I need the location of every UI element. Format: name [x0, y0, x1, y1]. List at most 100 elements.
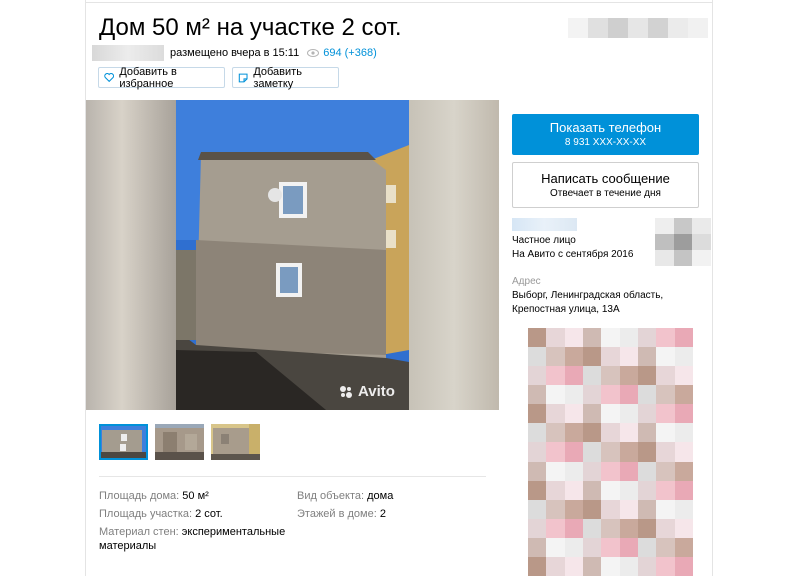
ad-pixel: [638, 385, 657, 405]
ad-pixel: [674, 556, 693, 576]
ad-pixel: [528, 442, 547, 462]
ad-pixel: [601, 499, 620, 519]
ad-pixel: [619, 385, 638, 405]
view-count: 694 (+368): [323, 47, 377, 59]
ad-pixel: [674, 404, 693, 424]
param-key: Материал стен:: [99, 526, 179, 538]
ad-pixel: [564, 442, 583, 462]
param-key: Вид объекта:: [297, 490, 365, 502]
ad-pixel: [674, 385, 693, 405]
ad-pixel: [638, 328, 657, 348]
ad-pixel: [601, 423, 620, 443]
ad-pixel: [656, 480, 675, 500]
ad-pixel: [656, 423, 675, 443]
ad-pixel: [528, 537, 547, 557]
seller-info: Частное лицо На Авито с сентября 2016: [512, 218, 633, 263]
param-plot-area: Площадь участка: 2 сот.: [99, 508, 223, 520]
ad-pixel: [619, 442, 638, 462]
ad-pixel: [601, 385, 620, 405]
ad-pixel: [619, 480, 638, 500]
ad-pixel: [656, 461, 675, 481]
ad-pixel: [619, 461, 638, 481]
ad-pixel: [656, 404, 675, 424]
section-divider: [99, 476, 486, 477]
ad-pixel: [564, 328, 583, 348]
top-border: [85, 2, 713, 3]
ad-pixel: [528, 347, 547, 367]
ad-pixel: [583, 461, 602, 481]
ad-pixel: [546, 404, 565, 424]
ad-pixel: [619, 366, 638, 386]
ad-pixel: [564, 461, 583, 481]
ad-pixel: [674, 499, 693, 519]
ad-pixel: [674, 518, 693, 538]
write-message-button[interactable]: Написать сообщение Отвечает в течение дн…: [512, 162, 699, 208]
ad-pixel: [638, 404, 657, 424]
ad-pixel: [638, 366, 657, 386]
add-note-button[interactable]: Добавить заметку: [232, 65, 339, 90]
ad-pixel: [674, 328, 693, 348]
ad-pixel: [601, 461, 620, 481]
price-blurred: [568, 18, 708, 38]
ad-pixel: [546, 385, 565, 405]
ad-pixel: [564, 385, 583, 405]
thumbnail-2[interactable]: [155, 424, 204, 460]
ad-pixel: [674, 480, 693, 500]
thumbnail-3[interactable]: [211, 424, 260, 460]
ad-pixel: [546, 328, 565, 348]
photo-gallery[interactable]: [86, 100, 499, 410]
param-key: Площадь дома:: [99, 490, 180, 502]
ad-pixel: [583, 480, 602, 500]
param-floors: Этажей в доме: 2: [297, 508, 386, 520]
ad-pixel: [656, 347, 675, 367]
param-wall-material: Материал стен: экспериментальные: [99, 526, 285, 538]
ad-pixel: [583, 518, 602, 538]
heart-icon: [104, 73, 115, 83]
ad-pixel: [619, 537, 638, 557]
ad-pixel: [546, 442, 565, 462]
gallery-prev-blurred[interactable]: [86, 100, 176, 410]
param-house-area: Площадь дома: 50 м²: [99, 490, 209, 502]
note-label: Добавить заметку: [253, 65, 302, 90]
address-line-1: Выборг, Ленинградская область,: [512, 290, 664, 301]
ad-pixel: [619, 347, 638, 367]
ad-pixel: [583, 385, 602, 405]
show-phone-button[interactable]: Показать телефон 8 931 XXX-XX-XX: [512, 114, 699, 155]
seller-name-blurred[interactable]: [512, 218, 577, 231]
ad-pixel: [564, 366, 583, 386]
ad-pixel: [564, 556, 583, 576]
param-value: 50 м²: [182, 490, 209, 502]
watermark-text: Avito: [358, 383, 395, 400]
param-key: Площадь участка:: [99, 508, 193, 520]
ad-pixel: [546, 556, 565, 576]
ad-pixel: [638, 537, 657, 557]
ad-pixel: [546, 461, 565, 481]
ad-pixel: [528, 461, 547, 481]
ad-pixel: [583, 366, 602, 386]
thumbnail-1[interactable]: [99, 424, 148, 460]
ad-pixel: [583, 442, 602, 462]
address-block: Адрес Выборг, Ленинградская область, Кре…: [512, 275, 663, 317]
seller-avatar-blurred[interactable]: [655, 218, 711, 266]
ad-pixel: [601, 480, 620, 500]
ad-pixel: [674, 423, 693, 443]
param-value: 2: [379, 508, 386, 520]
ad-pixel: [656, 328, 675, 348]
posted-time: размещено вчера в 15:11: [170, 47, 300, 59]
ad-pixel: [638, 461, 657, 481]
ad-pixel: [638, 518, 657, 538]
ad-pixel: [564, 404, 583, 424]
gallery-next-blurred[interactable]: [409, 100, 499, 410]
ad-pixel: [601, 442, 620, 462]
advertisement-blurred[interactable]: [528, 328, 693, 576]
main-photo[interactable]: [176, 100, 409, 410]
ad-pixel: [583, 328, 602, 348]
ad-pixel: [638, 442, 657, 462]
ad-pixel: [638, 347, 657, 367]
param-value: материалы: [99, 540, 157, 552]
add-to-favorites-button[interactable]: Добавить в избранное: [98, 66, 225, 90]
ad-pixel: [546, 480, 565, 500]
param-value: дома: [367, 490, 394, 502]
ad-pixel: [528, 423, 547, 443]
param-object-type: Вид объекта: дома: [297, 490, 393, 502]
